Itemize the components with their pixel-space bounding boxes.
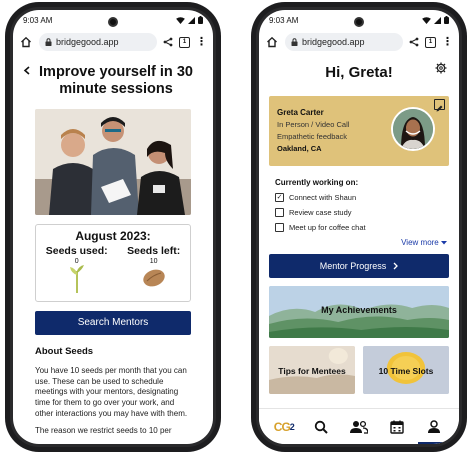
share-icon[interactable] [163, 37, 173, 47]
task-label: Meet up for coffee chat [289, 223, 366, 232]
home-icon[interactable] [265, 35, 279, 49]
url-text: bridgegood.app [302, 37, 365, 47]
seeds-card: August 2023: Seeds used: 0 Seeds left: 1… [35, 223, 191, 302]
page-content: Hi, Greta! Greta Carter In Person / Vide… [259, 54, 459, 444]
achievements-card[interactable]: My Achievements [269, 286, 449, 338]
seeds-left-value: 10 [149, 257, 158, 265]
tabs-icon[interactable]: 1 [179, 36, 190, 48]
search-icon[interactable] [311, 417, 331, 437]
signal-icon [434, 16, 441, 24]
task-label: Review case study [289, 208, 352, 217]
about-seeds-heading: About Seeds [35, 345, 94, 357]
avatar [391, 107, 435, 151]
home-icon[interactable] [19, 35, 33, 49]
mentor-progress-button[interactable]: Mentor Progress [269, 254, 449, 278]
seeds-used-label: Seeds used: [45, 244, 108, 257]
view-more-label: View more [401, 238, 439, 247]
seeds-used-value: 0 [74, 257, 79, 265]
lock-icon [45, 38, 52, 46]
share-icon[interactable] [409, 37, 419, 47]
status-time: 9:03 AM [23, 15, 53, 25]
phone-left: 9:03 AM bridgegood.app 1 ⋮ Improve yours… [5, 2, 221, 452]
url-bar[interactable]: bridgegood.app [285, 33, 403, 51]
back-icon[interactable] [23, 66, 31, 75]
camera-hole [108, 17, 118, 27]
achievements-label: My Achievements [321, 305, 397, 315]
tips-for-mentees-label: Tips for Mentees [278, 366, 346, 376]
search-mentors-button[interactable]: Search Mentors [35, 310, 191, 335]
mentoring-photo [35, 108, 191, 215]
battery-icon [198, 16, 203, 24]
time-slots-card[interactable]: 10 Time Slots [363, 346, 449, 394]
seeds-left: Seeds left: 10 [127, 245, 180, 293]
signal-icon [188, 16, 195, 24]
calendar-icon[interactable] [387, 417, 407, 437]
checkbox[interactable] [275, 223, 284, 232]
seeds-heading: August 2023: [75, 228, 151, 243]
seed-icon [142, 269, 165, 287]
tiles-row: Tips for Mentees 10 Time Slots [269, 346, 449, 394]
task-item[interactable]: Review case study [275, 208, 459, 217]
battery-icon [444, 16, 449, 24]
chevron-down-icon [441, 241, 447, 245]
checkbox[interactable] [275, 208, 284, 217]
page-content: Improve yourself in 30 minute sessions A… [13, 54, 213, 444]
edit-icon[interactable] [434, 99, 445, 112]
check-icon[interactable]: ✓ [275, 193, 284, 202]
page-title: Improve yourself in 30 minute sessions [39, 64, 193, 98]
screen-left: 9:03 AM bridgegood.app 1 ⋮ Improve yours… [13, 10, 213, 444]
about-seeds-text: You have 10 seeds per month that you can… [35, 365, 188, 418]
person-icon[interactable] [418, 417, 451, 444]
chevron-right-icon [393, 262, 399, 270]
tips-for-mentees-card[interactable]: Tips for Mentees [269, 346, 355, 394]
tabs-icon[interactable]: 1 [425, 36, 436, 48]
gear-icon[interactable] [435, 62, 447, 74]
working-on-heading: Currently working on: [275, 178, 359, 187]
browser-toolbar: bridgegood.app 1 ⋮ [13, 30, 213, 54]
mentor-progress-label: Mentor Progress [319, 261, 387, 271]
task-label: Connect with Shaun [289, 193, 357, 202]
task-item[interactable]: Meet up for coffee chat [275, 223, 459, 232]
profile-card: Greta Carter In Person / Video Call Empa… [269, 96, 449, 166]
lock-icon [291, 38, 298, 46]
time-slots-label: 10 Time Slots [378, 366, 434, 376]
status-time: 9:03 AM [269, 15, 299, 25]
people-icon[interactable] [349, 417, 369, 437]
url-bar[interactable]: bridgegood.app [39, 33, 157, 51]
wifi-icon [176, 16, 185, 24]
camera-hole [354, 17, 364, 27]
sprout-icon [69, 264, 84, 293]
url-text: bridgegood.app [56, 37, 119, 47]
task-item[interactable]: ✓ Connect with Shaun [275, 193, 459, 202]
browser-toolbar: bridgegood.app 1 ⋮ [259, 30, 459, 54]
screen-right: 9:03 AM bridgegood.app 1 ⋮ Hi, Greta! Gr… [259, 10, 459, 444]
about-seeds-text-2: The reason we restrict seeds to 10 per [35, 425, 172, 435]
bottom-nav: CG 2 [259, 408, 459, 444]
menu-icon[interactable]: ⋮ [196, 36, 207, 48]
phone-right: 9:03 AM bridgegood.app 1 ⋮ Hi, Greta! Gr… [251, 2, 467, 452]
seeds-left-label: Seeds left: [127, 244, 181, 257]
wifi-icon [422, 16, 431, 24]
greeting-title: Hi, Greta! [325, 64, 393, 81]
home-logo-icon[interactable]: CG 2 [274, 417, 295, 437]
seeds-used: Seeds used: 0 [46, 245, 108, 293]
view-more-link[interactable]: View more [259, 238, 447, 247]
menu-icon[interactable]: ⋮ [442, 36, 453, 48]
